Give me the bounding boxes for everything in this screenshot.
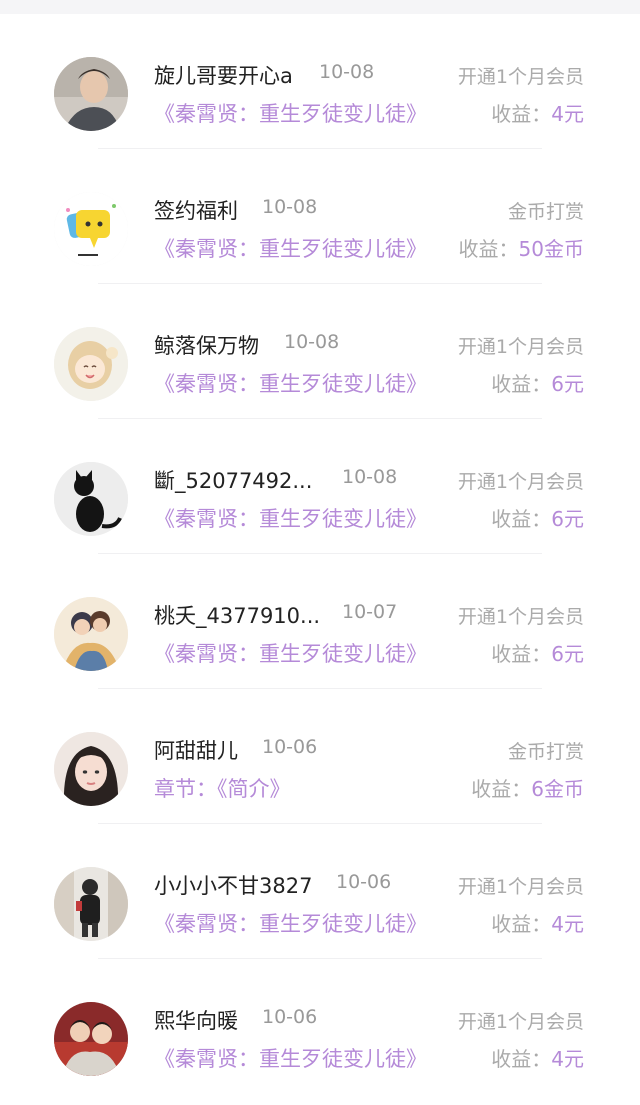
work-title[interactable]: 章节：《简介》 [154, 773, 291, 803]
work-title[interactable]: 《秦霄贤：重生歹徒变儿徒》 [154, 98, 427, 128]
date: 10-08 [284, 331, 340, 353]
earnings-label: 收益： [491, 102, 552, 126]
earnings-amount: 6元 [551, 507, 584, 531]
list-item[interactable]: 签约福利 10-08 金币打赏 《秦霄贤：重生歹徒变儿徒》 收益：50金币 [0, 149, 640, 284]
user-name: 签约福利 [154, 199, 238, 223]
earnings-label: 收益： [491, 912, 552, 936]
earnings-label: 收益： [491, 507, 552, 531]
date: 10-08 [262, 196, 318, 218]
work-title[interactable]: 《秦霄贤：重生歹徒变儿徒》 [154, 908, 427, 938]
reward-type: 开通1个月会员 [457, 471, 584, 493]
user-name: 小小小不甘3827 [154, 874, 313, 898]
earnings-label: 收益： [458, 237, 519, 261]
earnings-list: 旋儿哥要开心a 10-08 开通1个月会员 《秦霄贤：重生歹徒变儿徒》 收益：4… [0, 14, 640, 1094]
user-name: 熙华向暖 [154, 1009, 238, 1033]
top-strip [0, 0, 640, 14]
avatar[interactable] [54, 57, 128, 131]
date: 10-06 [262, 736, 318, 758]
earnings: 收益：4元 [491, 1043, 584, 1072]
date: 10-06 [336, 871, 392, 893]
avatar[interactable] [54, 192, 128, 266]
list-item[interactable]: 小小小不甘3827 10-06 开通1个月会员 《秦霄贤：重生歹徒变儿徒》 收益… [0, 824, 640, 959]
earnings-amount: 6金币 [531, 777, 584, 801]
earnings-label: 收益： [471, 777, 532, 801]
avatar[interactable] [54, 732, 128, 806]
earnings: 收益：6元 [491, 503, 584, 532]
reward-type: 金币打赏 [507, 741, 584, 763]
earnings-label: 收益： [491, 372, 552, 396]
earnings: 收益：4元 [491, 908, 584, 937]
man-portrait-avatar-icon [54, 57, 128, 131]
earnings-amount: 4元 [551, 1047, 584, 1071]
avatar[interactable] [54, 327, 128, 401]
user-name: 斷_52077492... [154, 469, 313, 493]
list-item[interactable]: 熙华向暖 10-06 开通1个月会员 《秦霄贤：重生歹徒变儿徒》 收益：4元 [0, 959, 640, 1094]
anime-girl-avatar-icon [54, 327, 128, 401]
avatar[interactable] [54, 597, 128, 671]
work-title[interactable]: 《秦霄贤：重生歹徒变儿徒》 [154, 368, 427, 398]
date: 10-07 [342, 601, 398, 623]
reward-type: 开通1个月会员 [457, 876, 584, 898]
two-boys-avatar-icon [54, 1002, 128, 1076]
chat-bubble-avatar-icon [54, 192, 128, 266]
earnings: 收益：6元 [491, 638, 584, 667]
work-title[interactable]: 《秦霄贤：重生歹徒变儿徒》 [154, 233, 427, 263]
list-item[interactable]: 斷_52077492... 10-08 开通1个月会员 《秦霄贤：重生歹徒变儿徒… [0, 419, 640, 554]
earnings-amount: 4元 [551, 912, 584, 936]
date: 10-08 [319, 61, 375, 83]
user-name: 旋儿哥要开心a [154, 64, 293, 88]
date: 10-08 [342, 466, 398, 488]
avatar[interactable] [54, 1002, 128, 1076]
user-name: 桃夭_4377910... [154, 604, 321, 628]
reward-type: 开通1个月会员 [457, 1011, 584, 1033]
anime-couple-avatar-icon [54, 597, 128, 671]
reward-type: 金币打赏 [507, 201, 584, 223]
person-street-avatar-icon [54, 867, 128, 941]
list-item[interactable]: 桃夭_4377910... 10-07 开通1个月会员 《秦霄贤：重生歹徒变儿徒… [0, 554, 640, 689]
user-name: 鲸落保万物 [154, 334, 259, 358]
black-cat-avatar-icon [54, 462, 128, 536]
reward-type: 开通1个月会员 [457, 336, 584, 358]
list-item[interactable]: 旋儿哥要开心a 10-08 开通1个月会员 《秦霄贤：重生歹徒变儿徒》 收益：4… [0, 14, 640, 149]
earnings-label: 收益： [491, 642, 552, 666]
earnings-amount: 4元 [551, 102, 584, 126]
user-name: 阿甜甜儿 [154, 739, 238, 763]
work-title[interactable]: 《秦霄贤：重生歹徒变儿徒》 [154, 503, 427, 533]
reward-type: 开通1个月会员 [457, 606, 584, 628]
list-item[interactable]: 鲸落保万物 10-08 开通1个月会员 《秦霄贤：重生歹徒变儿徒》 收益：6元 [0, 284, 640, 419]
avatar[interactable] [54, 462, 128, 536]
list-item[interactable]: 阿甜甜儿 10-06 金币打赏 章节：《简介》 收益：6金币 [0, 689, 640, 824]
earnings: 收益：6元 [491, 368, 584, 397]
earnings-amount: 6元 [551, 372, 584, 396]
earnings-amount: 6元 [551, 642, 584, 666]
earnings: 收益：4元 [491, 98, 584, 127]
earnings-amount: 50金币 [518, 237, 584, 261]
work-title[interactable]: 《秦霄贤：重生歹徒变儿徒》 [154, 1043, 427, 1073]
girl-portrait-avatar-icon [54, 732, 128, 806]
avatar[interactable] [54, 867, 128, 941]
work-title[interactable]: 《秦霄贤：重生歹徒变儿徒》 [154, 638, 427, 668]
earnings-label: 收益： [491, 1047, 552, 1071]
earnings: 收益：6金币 [471, 773, 584, 802]
earnings: 收益：50金币 [459, 233, 584, 262]
date: 10-06 [262, 1006, 318, 1028]
reward-type: 开通1个月会员 [457, 66, 584, 88]
